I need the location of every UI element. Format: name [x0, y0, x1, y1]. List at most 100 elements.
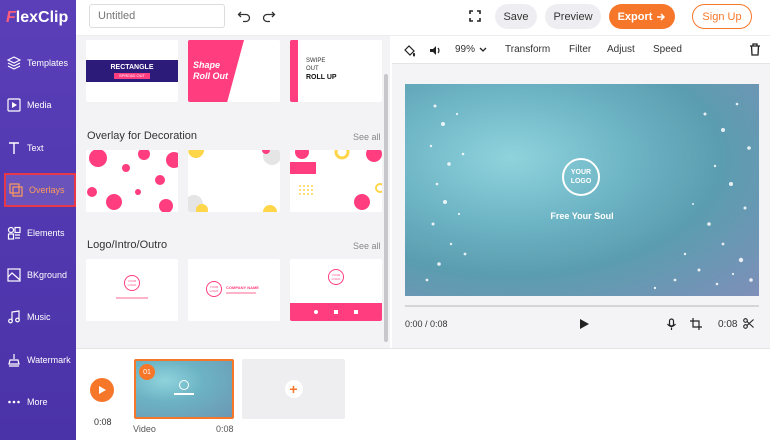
section-title-logo-intro: Logo/Intro/Outro — [87, 239, 168, 251]
flexclip-logo[interactable]: FlexClip — [0, 0, 76, 36]
logo-text: lexClip — [15, 9, 69, 26]
save-button[interactable]: Save — [495, 4, 537, 29]
overlay-card-shape[interactable]: Shape Roll Out — [188, 40, 280, 102]
sidebar-item-label: BKground — [27, 270, 68, 280]
logo-letter: F — [6, 9, 16, 26]
sidebar-item-label: Elements — [27, 228, 65, 238]
transform-tool[interactable]: Transform — [505, 44, 550, 55]
clip-number-badge: 01 — [139, 364, 155, 380]
sidebar-item-overlays[interactable]: Overlays — [4, 173, 76, 207]
card-logo-circle: YOUR LOGO — [328, 269, 344, 285]
social-icon — [314, 310, 318, 314]
export-label: Export — [617, 10, 653, 23]
card-text: Roll Out — [193, 71, 228, 81]
video-tagline: Free Your Soul — [550, 211, 614, 221]
plus-icon: + — [284, 380, 303, 398]
microphone-icon[interactable] — [666, 318, 677, 331]
chevron-down-icon[interactable] — [479, 47, 487, 53]
zoom-level[interactable]: 99% — [455, 44, 475, 55]
crop-icon[interactable] — [690, 318, 702, 330]
video-logo-circle: YOUR LOGO — [562, 158, 600, 196]
sidebar-item-templates[interactable]: Templates — [4, 46, 76, 80]
current-time: 0:00 / 0:08 — [405, 319, 448, 329]
clip-duration: 0:08 — [718, 319, 738, 330]
filter-tool[interactable]: Filter — [569, 44, 591, 55]
card-text: SPREAD OUT — [114, 73, 150, 79]
decoration-card-shapes[interactable] — [188, 150, 280, 212]
sidebar-item-watermark[interactable]: Watermark — [4, 343, 76, 377]
project-title-input[interactable] — [89, 4, 225, 28]
section-title-decoration: Overlay for Decoration — [87, 130, 198, 142]
decoration-card-dots[interactable] — [86, 150, 178, 212]
sidebar-item-bkground[interactable]: BKground — [4, 258, 76, 292]
text-icon — [9, 142, 19, 154]
see-all-decoration-link[interactable]: See all — [353, 132, 381, 142]
overlays-icon — [9, 183, 23, 197]
sidebar-item-elements[interactable]: Elements — [4, 216, 76, 250]
fill-bucket-icon[interactable] — [403, 44, 416, 57]
arrow-right-icon — [657, 12, 666, 21]
decoration-preview — [87, 150, 178, 212]
clip-duration-label: 0:08 — [216, 424, 234, 434]
signup-button[interactable]: Sign Up — [692, 4, 752, 29]
fullscreen-icon[interactable] — [469, 10, 481, 22]
undo-icon[interactable] — [237, 9, 251, 23]
overlays-panel: RECTANGLE SPREAD OUT Shape Roll Out SWIP… — [76, 36, 390, 348]
sidebar-item-label: Overlays — [29, 185, 65, 195]
panel-scrollbar[interactable] — [384, 74, 388, 342]
more-icon — [8, 400, 20, 404]
logo-card-2[interactable]: YOUR LOGO COMPANY NAME — [188, 259, 280, 321]
add-scene-button[interactable]: + — [242, 359, 345, 419]
clip-logo-circle — [179, 380, 189, 390]
sidebar-item-label: Media — [27, 100, 52, 110]
volume-icon[interactable] — [429, 44, 442, 57]
layers-icon — [7, 56, 21, 70]
play-icon — [99, 386, 106, 394]
sidebar-item-text[interactable]: Text — [4, 131, 76, 165]
scissors-icon[interactable] — [743, 318, 754, 329]
clip-tagline-line — [174, 393, 194, 395]
speed-tool[interactable]: Speed — [653, 44, 682, 55]
logo-card-1[interactable]: YOUR LOGO — [86, 259, 178, 321]
video-preview[interactable]: YOUR LOGO Free Your Soul — [405, 84, 759, 296]
card-text: SWIPE — [306, 58, 326, 64]
overlay-card-swipe[interactable]: SWIPE OUT ROLL UP — [290, 40, 382, 102]
logo-card-3[interactable]: YOUR LOGO — [290, 259, 382, 321]
adjust-tool[interactable]: Adjust — [607, 44, 635, 55]
playback-progress-bar[interactable] — [405, 305, 759, 307]
sidebar-item-label: Watermark — [27, 355, 71, 365]
overlay-card-rectangle[interactable]: RECTANGLE SPREAD OUT — [86, 40, 178, 102]
card-text: OUT — [306, 66, 319, 72]
sidebar-item-label: Text — [27, 143, 44, 153]
trash-icon[interactable] — [749, 43, 761, 56]
preview-stage: YOUR LOGO Free Your Soul 0:00 / 0:08 0:0… — [392, 64, 770, 348]
elements-icon — [7, 226, 21, 240]
card-company-name: COMPANY NAME — [226, 285, 259, 290]
social-icon — [334, 310, 338, 314]
timeline-play-button[interactable] — [90, 378, 114, 402]
card-text: ROLL UP — [306, 74, 337, 81]
sidebar-item-media[interactable]: Media — [4, 88, 76, 122]
decoration-preview — [290, 150, 382, 210]
sidebar-item-label: Music — [27, 312, 51, 322]
preview-button[interactable]: Preview — [545, 4, 601, 29]
background-icon — [7, 268, 21, 282]
timeline-clip[interactable]: 01 — [134, 359, 234, 419]
card-footer-bar — [290, 303, 382, 321]
decoration-card-rectangles[interactable] — [290, 150, 382, 212]
sidebar-item-label: More — [27, 397, 48, 407]
export-button[interactable]: Export — [609, 4, 675, 29]
clip-label: Video — [133, 424, 156, 434]
editor-toolbar: 99% Transform Filter Adjust Speed — [392, 36, 770, 64]
card-text: Shape — [193, 60, 221, 70]
card-logo-circle: YOUR LOGO — [206, 281, 222, 297]
see-all-logo-link[interactable]: See all — [353, 241, 381, 251]
card-line — [116, 297, 148, 299]
sidebar-item-more[interactable]: More — [4, 385, 76, 419]
play-icon[interactable] — [578, 318, 590, 330]
sidebar-item-music[interactable]: Music — [4, 300, 76, 334]
redo-icon[interactable] — [262, 9, 276, 23]
timeline: 0:08 01 Video 0:08 + — [76, 348, 770, 440]
media-icon — [7, 98, 21, 112]
timeline-total-time: 0:08 — [94, 417, 112, 427]
